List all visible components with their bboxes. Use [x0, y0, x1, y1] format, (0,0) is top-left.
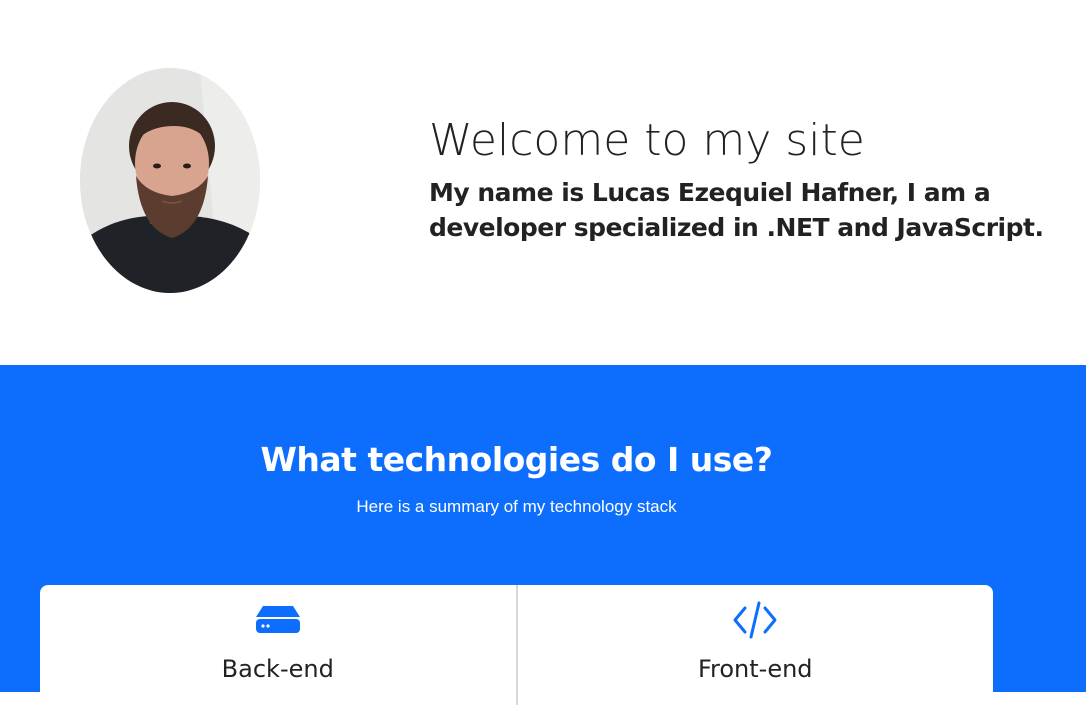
profile-photo — [80, 68, 260, 293]
technologies-section: What technologies do I use? Here is a su… — [0, 365, 1086, 705]
technologies-subtitle: Here is a summary of my technology stack — [356, 497, 677, 516]
frontend-card[interactable]: Front-end — [515, 585, 994, 705]
hero-title: Welcome to my site — [429, 115, 865, 166]
frontend-card-label: Front-end — [697, 655, 813, 683]
hero-section: Welcome to my site My name is Lucas Ezeq… — [0, 0, 1086, 365]
server-icon — [254, 600, 302, 640]
technologies-title: What technologies do I use? — [260, 440, 773, 479]
code-icon — [731, 600, 779, 640]
technology-cards: Back-end Front-end — [40, 585, 993, 705]
backend-card-label: Back-end — [221, 655, 334, 683]
hero-text-block: Welcome to my site My name is Lucas Ezeq… — [429, 113, 1049, 245]
backend-card[interactable]: Back-end — [40, 585, 516, 705]
hero-subtitle: My name is Lucas Ezequiel Hafner, I am a… — [429, 178, 1044, 242]
